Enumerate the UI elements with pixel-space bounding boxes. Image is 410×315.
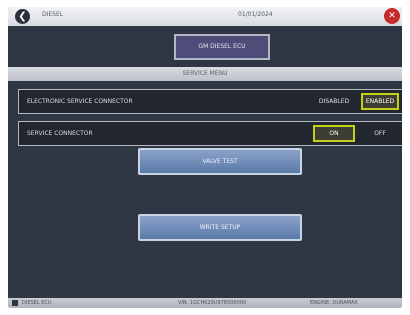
option-enabled[interactable]: ENABLED: [361, 93, 399, 110]
status-left: DIESEL ECU: [22, 300, 52, 306]
back-arrow-icon[interactable]: ❮: [15, 9, 30, 24]
valve-test-button[interactable]: VALVE TEST: [138, 148, 302, 175]
setting-row-label: SERVICE CONNECTOR: [27, 130, 93, 137]
ecu-icon: [12, 300, 18, 306]
app-screen: ❮ DIESEL 01/01/2024 ✕ GM DIESEL ECU SERV…: [8, 7, 402, 308]
section-subtitle: SERVICE MENU: [8, 67, 402, 81]
option-off[interactable]: OFF: [363, 125, 397, 142]
write-setup-button[interactable]: WRITE SETUP: [138, 214, 302, 241]
close-x-icon[interactable]: ✕: [384, 8, 400, 24]
setting-row-label: ELECTRONIC SERVICE CONNECTOR: [27, 98, 133, 105]
status-bar: DIESEL ECU VIN: 1GCHK29U97E000000 ENGINE…: [8, 298, 402, 308]
status-vin: VIN: 1GCHK29U97E000000: [178, 300, 247, 306]
status-engine: ENGINE: DURAMAX: [310, 300, 358, 306]
page-title: GM DIESEL ECU: [174, 34, 270, 60]
top-bar-date: 01/01/2024: [238, 11, 273, 18]
setting-row-service-connector: SERVICE CONNECTOR ON OFF: [18, 121, 402, 146]
setting-row-electronic-connector: ELECTRONIC SERVICE CONNECTOR DISABLED EN…: [18, 89, 402, 114]
option-disabled[interactable]: DISABLED: [315, 93, 353, 110]
top-bar-label: DIESEL: [42, 11, 64, 18]
top-bar: ❮ DIESEL 01/01/2024 ✕: [8, 7, 402, 26]
option-on[interactable]: ON: [313, 125, 355, 142]
